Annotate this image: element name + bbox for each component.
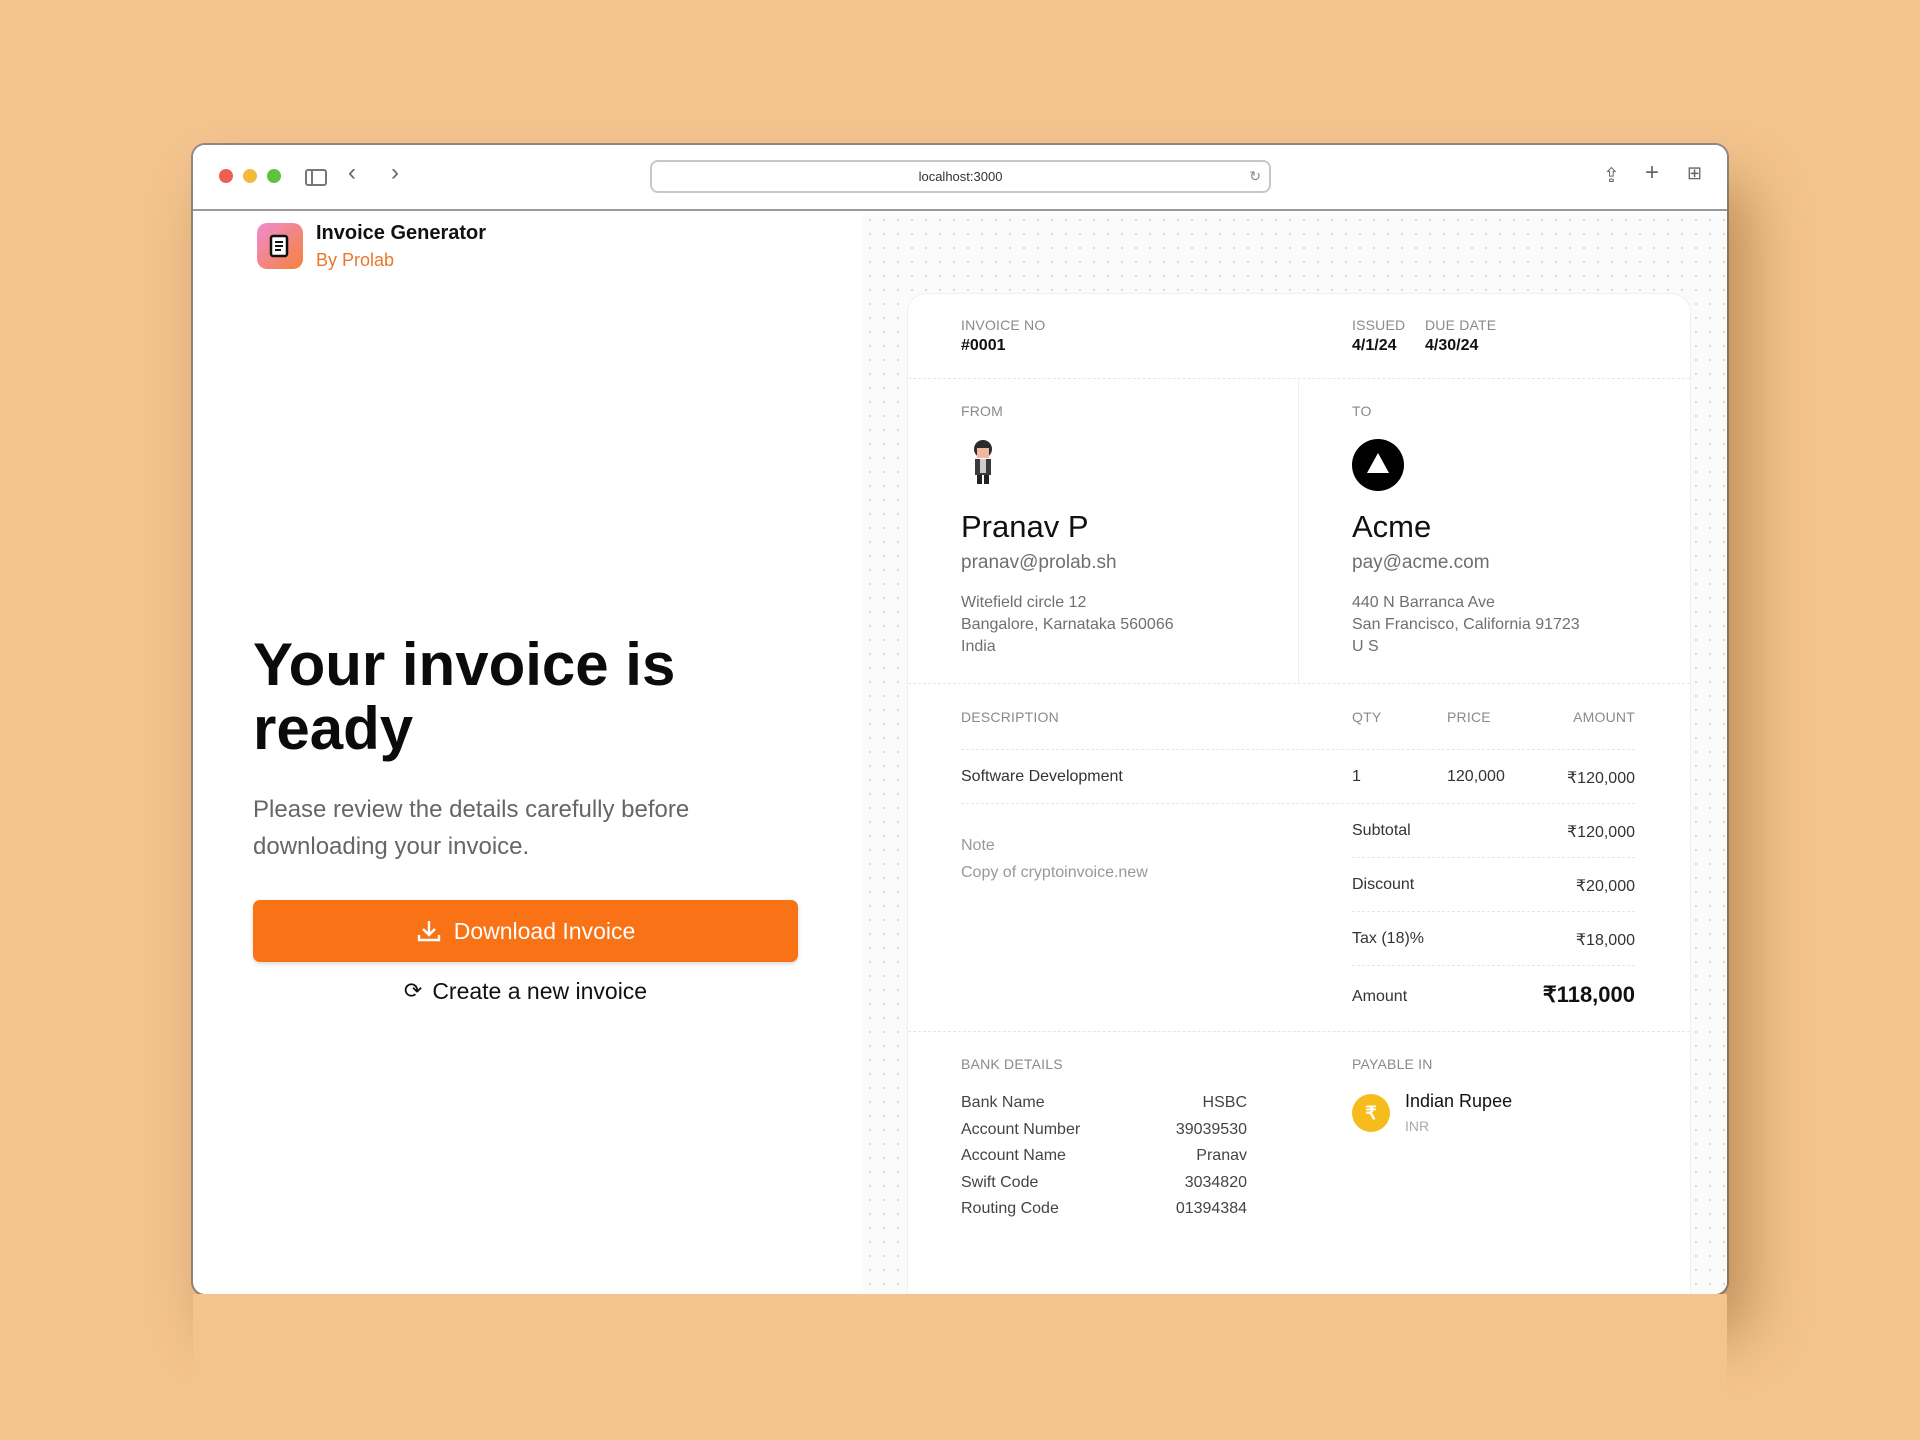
due-date-label: DUE DATE [1425, 317, 1497, 333]
discount-label: Discount [1352, 876, 1415, 893]
scroll-icon [269, 234, 289, 258]
address-line: India [961, 638, 996, 655]
subtotal-label: Subtotal [1352, 822, 1411, 839]
bank-details-label: BANK DETAILS [961, 1056, 1063, 1072]
bank-key: Account Name [961, 1147, 1066, 1164]
bank-key: Account Number [961, 1120, 1081, 1138]
app-name: Invoice Generator [316, 222, 487, 244]
divider [961, 749, 1635, 750]
issued-date: 4/1/24 [1352, 337, 1397, 354]
sender-email: pranav@prolab.sh [961, 552, 1117, 573]
create-new-label: Create a new invoice [432, 977, 648, 1004]
page-subtitle: Please review the details carefully befo… [253, 796, 690, 860]
sender-avatar [968, 439, 998, 490]
divider [908, 378, 1690, 379]
item-price: 120,000 [1447, 768, 1505, 785]
refresh-icon: ⟳ [403, 978, 423, 1003]
rupee-coin-icon: ₹ [1352, 1094, 1390, 1132]
acme-logo [1352, 439, 1404, 491]
close-window-button[interactable] [219, 169, 233, 183]
address-line: Bangalore, Karnataka 560066 [961, 616, 1174, 633]
reload-icon[interactable]: ↻ [1249, 162, 1261, 191]
new-tab-icon[interactable]: + [1645, 159, 1659, 187]
maximize-window-button[interactable] [267, 169, 281, 183]
back-icon[interactable]: ‹ [348, 159, 356, 187]
client-name: Acme [1352, 509, 1432, 544]
client-email: pay@acme.com [1352, 552, 1490, 573]
download-invoice-button[interactable]: Download Invoice [253, 900, 798, 962]
minimize-window-button[interactable] [243, 169, 257, 183]
page-title: Your invoice is ready [253, 631, 676, 762]
download-label: Download Invoice [453, 917, 636, 944]
divider [908, 683, 1690, 684]
download-icon [417, 921, 440, 942]
forward-icon[interactable]: › [391, 159, 399, 187]
address-line: Witefield circle 12 [961, 594, 1087, 611]
issued-label: ISSUED [1352, 317, 1406, 333]
item-qty: 1 [1352, 768, 1361, 785]
bank-value: 01394384 [1175, 1200, 1247, 1217]
column-header-price: PRICE [1447, 709, 1491, 725]
to-label: TO [1352, 403, 1372, 419]
address-line: U S [1352, 638, 1379, 655]
bank-row: Routing Code 01394384 [961, 1196, 1247, 1223]
column-header-amount: AMOUNT [1573, 709, 1635, 725]
bank-value: HSBC [1202, 1094, 1247, 1111]
sidebar-icon[interactable] [305, 169, 327, 186]
address-bar[interactable]: localhost:3000 ↻ [650, 160, 1271, 193]
bank-details: Bank Name HSBC Account Number 39039530 Acc… [961, 1090, 1247, 1223]
address-line: San Francisco, California 91723 [1352, 616, 1580, 633]
column-header-qty: QTY [1352, 709, 1382, 725]
discount-value: ₹20,000 [1575, 878, 1635, 895]
total-label: Amount [1352, 988, 1408, 1005]
bank-value: 3034820 [1184, 1173, 1247, 1191]
currency-name: Indian Rupee [1405, 1091, 1513, 1111]
invoice-card: INVOICE NO #0001 ISSUED 4/1/24 DUE DATE … [908, 294, 1690, 1394]
client-address: 440 N Barranca Ave San Francisco, Califo… [1352, 592, 1580, 658]
divider [1352, 857, 1635, 858]
bank-row: Swift Code 3034820 [961, 1170, 1247, 1197]
subtotal-value: ₹120,000 [1566, 824, 1635, 841]
divider [961, 803, 1635, 804]
background [193, 1294, 1727, 1440]
bank-row: Account Name Pranav [961, 1143, 1247, 1170]
url-text: localhost:3000 [918, 169, 1003, 184]
divider [908, 1031, 1690, 1032]
app-logo [257, 223, 303, 269]
bank-key: Bank Name [961, 1094, 1045, 1111]
column-header-description: DESCRIPTION [961, 709, 1059, 725]
item-description: Software Development [961, 768, 1123, 785]
app-byline: By Prolab [316, 250, 395, 270]
invoice-no: #0001 [961, 337, 1006, 354]
from-label: FROM [961, 403, 1004, 419]
tax-label: Tax (18)% [1352, 930, 1425, 947]
create-new-invoice-button[interactable]: ⟳ Create a new invoice [253, 973, 798, 1009]
address-line: 440 N Barranca Ave [1352, 594, 1495, 611]
bank-row: Account Number 39039530 [961, 1117, 1247, 1144]
item-amount: ₹120,000 [1566, 770, 1635, 787]
divider [1298, 378, 1299, 683]
due-date: 4/30/24 [1425, 337, 1479, 354]
bank-row: Bank Name HSBC [961, 1090, 1247, 1117]
payable-in-label: PAYABLE IN [1352, 1056, 1433, 1072]
tab-overview-icon[interactable]: ⊞ [1687, 163, 1702, 184]
left-panel: Invoice Generator By Prolab Your invoice… [193, 213, 863, 1294]
tax-value: ₹18,000 [1575, 932, 1635, 949]
divider [1352, 965, 1635, 966]
sender-name: Pranav P [961, 509, 1089, 544]
browser-toolbar: ‹ › localhost:3000 ↻ ⇪ + ⊞ [193, 145, 1727, 211]
bank-key: Swift Code [961, 1173, 1039, 1191]
sender-address: Witefield circle 12 Bangalore, Karnataka… [961, 592, 1174, 658]
bank-key: Routing Code [961, 1200, 1059, 1217]
invoice-no-label: INVOICE NO [961, 317, 1046, 333]
note-text: Copy of cryptoinvoice.new [961, 864, 1148, 881]
bank-value: 39039530 [1175, 1120, 1247, 1138]
note-label: Note [961, 837, 995, 854]
divider [1352, 911, 1635, 912]
share-icon[interactable]: ⇪ [1603, 163, 1620, 188]
total-value: ₹118,000 [1542, 982, 1635, 1007]
bank-value: Pranav [1196, 1147, 1247, 1164]
currency-code: INR [1405, 1118, 1430, 1134]
